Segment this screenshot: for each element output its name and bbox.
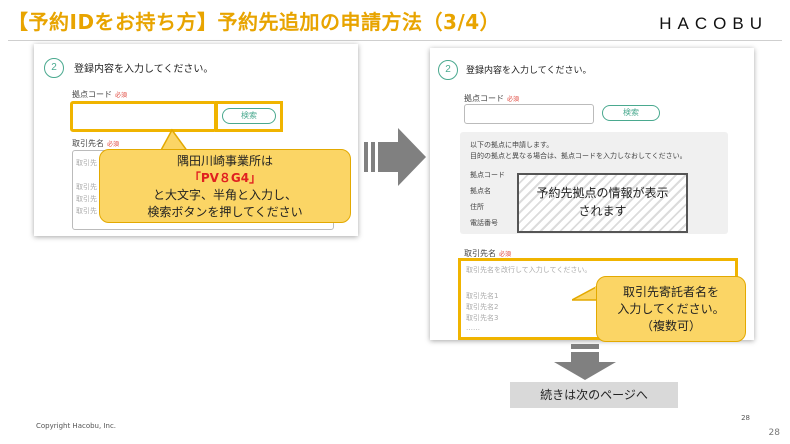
copyright: Copyright Hacobu, Inc. <box>36 422 117 430</box>
callout-line: 検索ボタンを押してください <box>147 205 303 219</box>
callout-pointer <box>572 285 598 301</box>
callout-line: 入力してください。 <box>617 302 725 316</box>
placeholder-line: されます <box>578 204 627 218</box>
partner-line: 取引先 <box>76 183 97 191</box>
title-divider <box>8 40 782 41</box>
instruction-callout: 隅田川崎事業所は 「PV８G4」 と大文字、半角と入力し、 検索ボタンを押してく… <box>99 149 351 223</box>
hacobu-logo: HACOBU <box>659 14 768 33</box>
required-badge: 必須 <box>507 96 520 103</box>
info-field-label: 住所 <box>470 203 484 211</box>
placeholder-line: 予約先拠点の情報が表示 <box>536 186 669 200</box>
callout-line: 隅田川崎事業所は <box>176 154 273 168</box>
partner-line: 取引先名2 <box>466 303 499 311</box>
callout-line: と大文字、半角と入力し、 <box>152 188 297 202</box>
slide-title: 【予約IDをお持ち方】予約先追加の申請方法（3/4） <box>8 10 501 34</box>
partner-hint: 取引先名を改行して入力してください。 <box>466 266 592 274</box>
callout-line: （複数可） <box>640 319 701 333</box>
partner-label: 取引先名 必須 <box>72 139 120 148</box>
info-field-label: 拠点名 <box>470 187 491 195</box>
partner-line: 取引先 <box>76 195 97 203</box>
info-line: 以下の拠点に申請します。 <box>470 141 554 149</box>
search-button[interactable]: 検索 <box>602 105 660 121</box>
partner-line: 取引先名1 <box>466 292 499 300</box>
partner-callout: 取引先寄託者名を 入力してください。 （複数可） <box>596 276 746 342</box>
info-field-label: 電話番号 <box>470 219 498 227</box>
page-number: 28 <box>768 428 780 438</box>
page-number-inner: 28 <box>741 414 750 422</box>
code-label: 拠点コード 必須 <box>464 94 520 103</box>
required-badge: 必須 <box>499 251 512 258</box>
arrow-right-icon <box>364 128 426 186</box>
code-input[interactable] <box>464 104 594 124</box>
info-placeholder: 予約先拠点の情報が表示 されます <box>517 173 688 233</box>
required-badge: 必須 <box>107 141 120 148</box>
step-number-badge: 2 <box>44 58 64 78</box>
search-button[interactable]: 検索 <box>222 108 276 124</box>
callout-line: 取引先寄託者名を <box>622 285 719 299</box>
arrow-down-icon <box>554 344 616 380</box>
callout-code: 「PV８G4」 <box>188 171 262 185</box>
partner-line: 取引先名3 <box>466 314 499 322</box>
partner-line: 取引先 <box>76 207 97 215</box>
step-title: 登録内容を入力してください。 <box>74 64 214 75</box>
partner-hint-line: 取引先 <box>76 159 97 167</box>
info-field-label: 拠点コード <box>470 171 505 179</box>
required-badge: 必須 <box>115 92 128 99</box>
info-line: 目的の拠点と異なる場合は、拠点コードを入力しなおしてください。 <box>470 152 687 160</box>
step-number-badge: 2 <box>438 60 458 80</box>
code-label: 拠点コード 必須 <box>72 90 128 99</box>
step-title: 登録内容を入力してください。 <box>466 66 592 76</box>
next-page-note: 続きは次のページへ <box>510 382 678 408</box>
search-button-highlight: 検索 <box>215 101 283 132</box>
partner-more: …… <box>466 324 480 332</box>
